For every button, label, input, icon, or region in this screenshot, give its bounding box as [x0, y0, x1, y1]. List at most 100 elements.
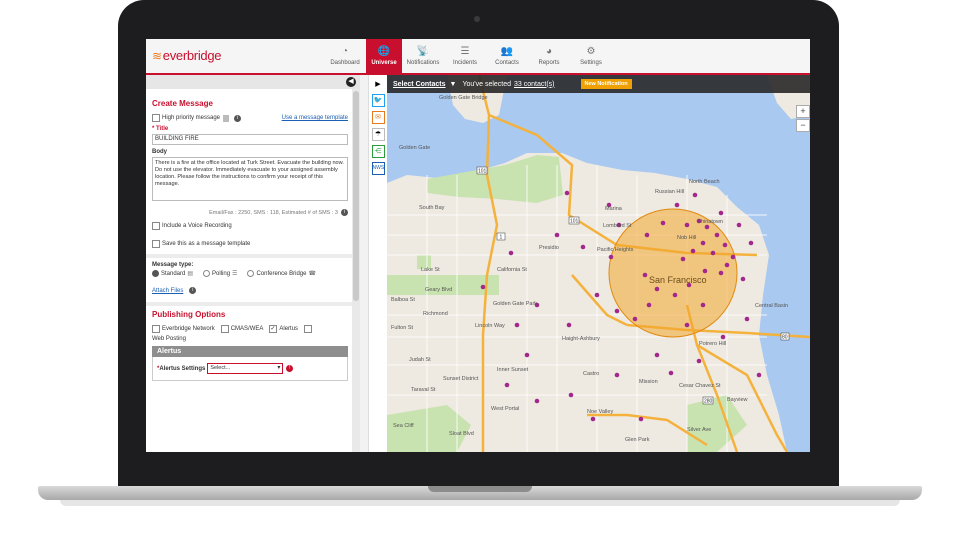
contact-dot[interactable]	[660, 220, 666, 226]
contact-dot[interactable]	[756, 372, 762, 378]
contact-dot[interactable]	[644, 232, 650, 238]
contact-dot[interactable]	[684, 222, 690, 228]
contact-dot[interactable]	[554, 232, 560, 238]
contact-dot[interactable]	[730, 254, 736, 260]
nav-notifications[interactable]: 📡 Notifications	[402, 39, 444, 73]
conference-bridge-radio[interactable]	[247, 270, 255, 277]
contact-dot[interactable]	[748, 240, 754, 246]
contact-dot[interactable]	[594, 292, 600, 298]
counter-info-icon[interactable]: i	[341, 209, 348, 216]
nav-reports[interactable]: ◕ Reports	[528, 39, 570, 73]
everbridge-logo[interactable]: ≋everbridge	[152, 48, 222, 63]
contact-dot[interactable]	[654, 352, 660, 358]
alertus-checkbox[interactable]	[269, 325, 278, 333]
select-contacts-dropdown[interactable]: Select Contacts	[393, 81, 446, 88]
contact-dot[interactable]	[632, 316, 638, 322]
chevron-down-icon[interactable]: ▼	[450, 81, 457, 88]
zoom-in-button[interactable]: +	[796, 105, 810, 118]
contact-dot[interactable]	[714, 232, 720, 238]
attach-files-link[interactable]: Attach Files	[152, 288, 183, 294]
nav-settings[interactable]: ⚙ Settings	[570, 39, 612, 73]
web-posting-checkbox[interactable]	[304, 325, 313, 333]
nav-incidents[interactable]: ☰ Incidents	[444, 39, 486, 73]
phone-icon: ☎	[308, 271, 316, 277]
zoom-out-button[interactable]: −	[796, 119, 810, 132]
contact-dot[interactable]	[724, 262, 730, 268]
attach-info-icon[interactable]: i	[189, 287, 197, 294]
gear-icon: ⚙	[586, 46, 596, 57]
contact-dot[interactable]	[692, 192, 698, 198]
contact-dot[interactable]	[580, 244, 586, 250]
new-notification-button[interactable]: New Notification	[580, 79, 632, 89]
contact-dot[interactable]	[608, 254, 614, 260]
contact-dot[interactable]	[696, 358, 702, 364]
cmas-wea-checkbox[interactable]	[220, 325, 229, 333]
contact-dot[interactable]	[504, 382, 510, 388]
everbridge-network-checkbox[interactable]	[152, 325, 160, 333]
contact-dot[interactable]	[646, 302, 652, 308]
contact-dot[interactable]	[718, 210, 724, 216]
map-label-north-beach: North Beach	[689, 179, 720, 185]
use-template-link[interactable]: Use a message template	[282, 115, 348, 121]
body-textarea[interactable]: There is a fire at the office located at…	[152, 157, 348, 201]
incidents-icon: ☰	[460, 46, 470, 57]
title-input[interactable]: BUILDING FIRE	[152, 134, 348, 145]
save-template-checkbox[interactable]	[152, 240, 160, 248]
contact-dot[interactable]	[566, 322, 572, 328]
polling-radio[interactable]	[203, 270, 211, 277]
contact-dot[interactable]	[638, 416, 644, 422]
contact-dot[interactable]	[744, 316, 750, 322]
contact-dot[interactable]	[642, 272, 648, 278]
contact-dot[interactable]	[740, 276, 746, 282]
standard-radio[interactable]	[152, 270, 159, 277]
contact-dot[interactable]	[720, 334, 726, 340]
map-label-marina: Marina	[605, 206, 623, 212]
contact-dot[interactable]	[690, 248, 696, 254]
info-icon[interactable]: i	[234, 114, 242, 122]
contact-dot[interactable]	[568, 392, 574, 398]
contact-dot[interactable]	[514, 322, 520, 328]
alertus-settings-select[interactable]: Select...	[207, 363, 284, 374]
contact-dot[interactable]	[614, 372, 620, 378]
selected-contacts-link[interactable]: 33 contact(s)	[514, 81, 554, 88]
contact-dot[interactable]	[674, 202, 680, 208]
contact-dot[interactable]	[564, 190, 570, 196]
nav-dashboard[interactable]: ◔ Dashboard	[324, 39, 366, 73]
contact-dot[interactable]	[718, 270, 724, 276]
contact-dot[interactable]	[654, 286, 660, 292]
map-label-fulton-st: Fulton St	[391, 325, 413, 331]
contact-dot[interactable]	[704, 224, 710, 230]
map-label-central-basin: Central Basin	[755, 303, 788, 309]
contact-dot[interactable]	[700, 302, 706, 308]
collapse-panel-icon[interactable]: ◀	[346, 77, 356, 87]
email-icon[interactable]: ✉	[371, 111, 385, 124]
contact-dot[interactable]	[508, 250, 514, 256]
contact-dot[interactable]	[614, 308, 620, 314]
voice-recording-checkbox[interactable]	[152, 222, 160, 230]
contact-dot[interactable]	[680, 256, 686, 262]
nav-universe[interactable]: 🌐 Universe	[366, 39, 402, 73]
contact-dot[interactable]	[668, 370, 674, 376]
nav-contacts[interactable]: 👥 Contacts	[486, 39, 528, 73]
high-priority-checkbox[interactable]	[152, 114, 160, 122]
universe-map[interactable]: Golden Gate Bridge Golden Gate South Bay…	[387, 75, 810, 452]
contact-dot[interactable]	[722, 242, 728, 248]
twitter-icon[interactable]: 🐦	[371, 94, 385, 107]
nws-icon[interactable]: NWS	[371, 162, 385, 175]
contact-dot[interactable]	[736, 222, 742, 228]
contact-dot[interactable]	[672, 292, 678, 298]
expand-map-icon[interactable]: ▶	[373, 79, 384, 90]
contact-dot[interactable]	[590, 416, 596, 422]
network-icon[interactable]: ⋲	[371, 145, 385, 158]
contact-dot[interactable]	[480, 284, 486, 290]
panel-scrollbar-thumb[interactable]	[353, 91, 359, 301]
contact-dot[interactable]	[524, 352, 530, 358]
contact-dot[interactable]	[700, 240, 706, 246]
contact-dot[interactable]	[702, 268, 708, 274]
weather-icon[interactable]: ☂	[371, 128, 385, 141]
contact-dot[interactable]	[710, 250, 716, 256]
map-label-taraval-st: Taraval St	[411, 387, 436, 393]
contact-dot[interactable]	[684, 322, 690, 328]
contact-dot[interactable]	[534, 398, 540, 404]
map-label-glen-park: Glen Park	[625, 437, 650, 443]
